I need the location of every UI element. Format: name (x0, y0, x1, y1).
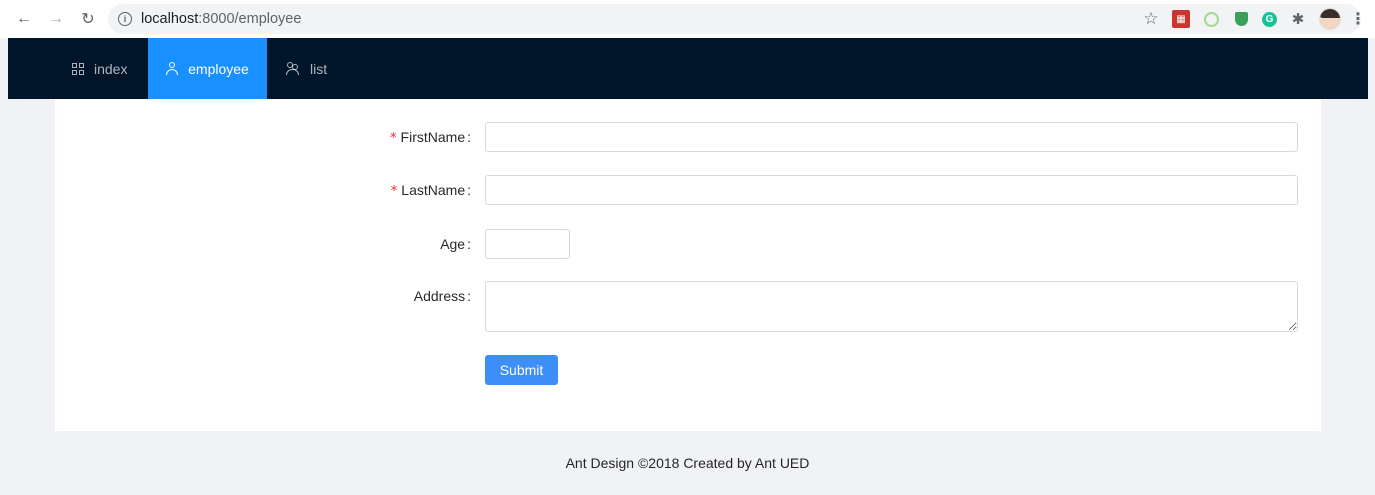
firstname-input[interactable] (485, 122, 1298, 152)
shield-extension-icon[interactable] (1232, 10, 1250, 28)
menu-item-employee[interactable]: employee (148, 38, 267, 99)
address-label: Address: (55, 281, 477, 311)
browser-toolbar: ← → ↻ i localhost:8000/employee ☆ ▦ G ✱ … (0, 0, 1375, 38)
footer-text: Ant Design ©2018 Created by Ant UED (565, 455, 810, 471)
red-extension-icon[interactable]: ▦ (1172, 10, 1190, 28)
forward-arrow-icon[interactable]: → (46, 9, 66, 29)
menu-item-label: index (94, 60, 128, 77)
employee-form-card: * FirstName: * LastName: Age: Address: Sub… (55, 99, 1321, 431)
required-mark: * (390, 131, 397, 146)
grammarly-extension-icon[interactable]: G (1262, 11, 1277, 27)
reload-icon[interactable]: ↻ (78, 9, 98, 29)
kebab-menu-icon[interactable]: ⋮ (1350, 10, 1366, 28)
menu-item-list[interactable]: list (286, 38, 327, 99)
required-mark: * (390, 184, 398, 199)
submit-button[interactable]: Submit (485, 355, 558, 385)
url-text[interactable]: localhost:8000/employee (141, 11, 301, 27)
avatar[interactable] (1319, 8, 1341, 30)
url-path: :8000/employee (198, 11, 302, 27)
form-row-lastname: * LastName: (55, 175, 1321, 205)
menu-item-label: list (310, 60, 328, 77)
label-colon: : (467, 129, 471, 145)
label-text: LastName (401, 182, 466, 198)
back-arrow-icon[interactable]: ← (14, 9, 34, 29)
form-row-firstname: * FirstName: (55, 122, 1321, 152)
info-icon[interactable]: i (118, 12, 132, 26)
team-icon (286, 62, 300, 75)
app-header: index employee list (8, 38, 1368, 99)
menu-item-index[interactable]: index (72, 38, 127, 99)
form-row-address: Address: (55, 281, 1321, 332)
label-text: FirstName (400, 129, 466, 145)
menu-item-label: employee (188, 60, 249, 77)
label-colon: : (467, 236, 471, 252)
label-text: Age (440, 236, 466, 252)
age-input[interactable] (485, 229, 570, 259)
lastname-label: * LastName: (55, 175, 477, 205)
lastname-input[interactable] (485, 175, 1298, 205)
user-icon (166, 62, 179, 75)
appstore-icon (72, 62, 84, 75)
extension-toolbar: ☆ ▦ G ✱ ⋮ (1130, 0, 1366, 38)
firstname-label: * FirstName: (55, 122, 477, 152)
address-textarea[interactable] (485, 281, 1298, 332)
label-colon: : (467, 182, 471, 198)
label-text: Address (413, 288, 466, 304)
star-icon[interactable]: ☆ (1142, 9, 1160, 28)
puzzle-icon[interactable]: ✱ (1289, 10, 1307, 28)
clock-extension-icon[interactable] (1202, 10, 1220, 28)
age-label: Age: (55, 229, 477, 259)
label-colon: : (467, 288, 471, 304)
form-row-age: Age: (55, 229, 1321, 259)
url-host: localhost (141, 11, 199, 27)
